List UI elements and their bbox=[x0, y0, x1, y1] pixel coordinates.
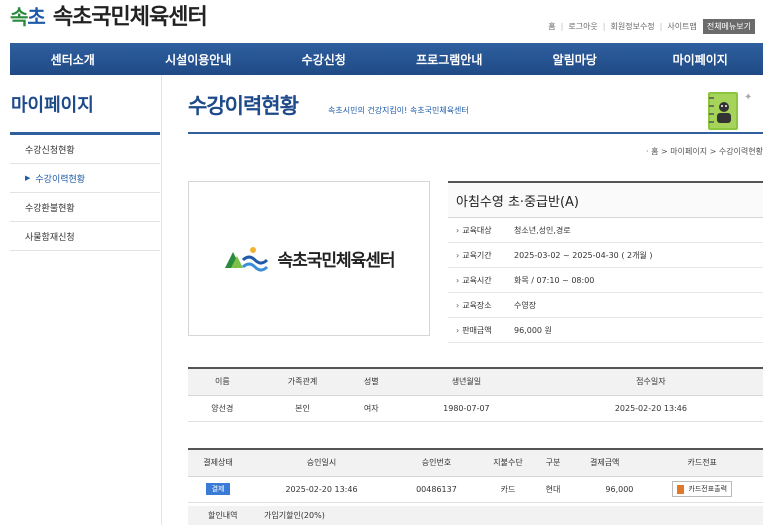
course-image-text: 속초국민체육센터 bbox=[277, 251, 395, 271]
col-header: 지불수단 bbox=[477, 448, 538, 477]
info-row-target: 교육대상 청소년,성인,경로 bbox=[448, 218, 763, 243]
nav-notice[interactable]: 알림마당 bbox=[512, 43, 638, 75]
page-subtitle: 속초시민의 건강지킴이! 속초국민체육센터 bbox=[328, 106, 469, 115]
discount-value: 가임기할인(20%) bbox=[264, 511, 325, 520]
divider bbox=[161, 75, 162, 525]
separator: | bbox=[560, 22, 564, 31]
member-table: 이름 가족관계 성별 생년월일 접수일자 양선경 본인 여자 1980-07-0… bbox=[188, 367, 763, 422]
table-cell: 카드 bbox=[477, 476, 538, 503]
table-row: 결제 2025-02-20 13:46 00486137 카드 현대 96,00… bbox=[188, 476, 763, 503]
course-name: 아침수영 초·중급반(A) bbox=[448, 181, 763, 218]
nav-center-intro[interactable]: 센터소개 bbox=[10, 43, 136, 75]
logo-text: 속초국민체육센터 bbox=[52, 5, 208, 30]
separator: | bbox=[602, 22, 606, 31]
col-header: 가족관계 bbox=[256, 367, 349, 396]
info-label: 교육대상 bbox=[448, 225, 514, 236]
info-row-price: 판매금액 96,000 원 bbox=[448, 318, 763, 343]
col-header: 카드전표 bbox=[641, 448, 763, 477]
info-row-location: 교육장소 수영장 bbox=[448, 293, 763, 318]
sitemap-link[interactable]: 사이트맵 bbox=[667, 21, 696, 32]
svg-text:✦: ✦ bbox=[744, 92, 752, 103]
table-header-row: 이름 가족관계 성별 생년월일 접수일자 bbox=[188, 367, 763, 396]
sidebar-item-locker-reapply[interactable]: 사물함재신청 bbox=[10, 222, 160, 251]
triangle-right-icon: ▶ bbox=[25, 174, 31, 182]
col-header: 승인번호 bbox=[394, 448, 478, 477]
info-label: 교육시간 bbox=[448, 275, 514, 286]
center-logo-icon bbox=[225, 246, 269, 271]
payment-table: 결제상태 승인일시 승인번호 지불수단 구분 결제금액 카드전표 결제 2025… bbox=[188, 448, 763, 503]
info-label: 교육기간 bbox=[448, 250, 514, 261]
table-cell: 결제 bbox=[188, 476, 249, 503]
all-menu-button[interactable]: 전체메뉴보기 bbox=[702, 19, 755, 34]
discount-row: 할인내역 가임기할인(20%) bbox=[188, 506, 763, 525]
table-cell: 카드전표출력 bbox=[641, 476, 763, 503]
edit-profile-link[interactable]: 회원정보수정 bbox=[611, 21, 655, 32]
col-header: 결제금액 bbox=[568, 448, 642, 477]
info-row-time: 교육시간 화목 / 07:10 ~ 08:00 bbox=[448, 268, 763, 293]
card-receipt-button[interactable]: 카드전표출력 bbox=[672, 481, 733, 497]
nav-mypage[interactable]: 마이페이지 bbox=[638, 43, 764, 75]
table-cell: 현대 bbox=[537, 476, 569, 503]
col-header: 성별 bbox=[348, 367, 395, 396]
col-header: 이름 bbox=[188, 367, 257, 396]
col-header: 구분 bbox=[537, 448, 569, 477]
table-cell: 여자 bbox=[348, 395, 395, 422]
table-cell: 1980-07-07 bbox=[394, 395, 539, 422]
sidebar-item-label: 수강이력현황 bbox=[35, 174, 86, 185]
logo-mark: 속초 bbox=[10, 4, 46, 29]
info-value: 2025-03-02 ~ 2025-04-30 ( 2개월 ) bbox=[514, 250, 653, 260]
title-divider bbox=[188, 132, 763, 134]
table-header-row: 결제상태 승인일시 승인번호 지불수단 구분 결제금액 카드전표 bbox=[188, 448, 763, 477]
info-row-period: 교육기간 2025-03-02 ~ 2025-04-30 ( 2개월 ) bbox=[448, 243, 763, 268]
nav-course-apply[interactable]: 수강신청 bbox=[261, 43, 387, 75]
table-row: 양선경 본인 여자 1980-07-07 2025-02-20 13:46 bbox=[188, 395, 763, 422]
sidebar-item-refund-status[interactable]: 수강환불현황 bbox=[10, 193, 160, 222]
table-cell: 본인 bbox=[256, 395, 349, 422]
notebook-character-icon: ✦ bbox=[706, 86, 756, 132]
main-nav: 센터소개 시설이용안내 수강신청 프로그램안내 알림마당 마이페이지 bbox=[10, 43, 763, 75]
sidebar: 마이페이지 수강신청현황 ▶ 수강이력현황 수강환불현황 사물함재신청 bbox=[10, 75, 160, 525]
nav-program-guide[interactable]: 프로그램안내 bbox=[387, 43, 513, 75]
course-info: 아침수영 초·중급반(A) 교육대상 청소년,성인,경로 교육기간 2025-0… bbox=[448, 181, 763, 343]
nav-facility-guide[interactable]: 시설이용안내 bbox=[136, 43, 262, 75]
card-receipt-label: 카드전표출력 bbox=[688, 485, 728, 493]
sidebar-item-label: 사물함재신청 bbox=[25, 232, 75, 243]
home-link[interactable]: 홈 bbox=[548, 21, 555, 32]
course-image: 속초국민체육센터 bbox=[188, 181, 430, 336]
col-header: 결제상태 bbox=[188, 448, 249, 477]
table-cell: 96,000 bbox=[568, 476, 642, 503]
info-value: 화목 / 07:10 ~ 08:00 bbox=[514, 275, 595, 285]
info-value: 96,000 원 bbox=[514, 325, 552, 335]
info-value: 수영장 bbox=[514, 300, 537, 310]
table-cell: 00486137 bbox=[394, 476, 478, 503]
sidebar-title: 마이페이지 bbox=[10, 75, 160, 135]
top-utility-links: 홈 | 로그아웃 | 회원정보수정 | 사이트맵 전체메뉴보기 bbox=[548, 19, 755, 34]
sidebar-item-course-status[interactable]: 수강신청현황 bbox=[10, 135, 160, 164]
info-value: 청소년,성인,경로 bbox=[514, 225, 571, 235]
col-header: 승인일시 bbox=[248, 448, 395, 477]
discount-label: 할인내역 bbox=[208, 511, 238, 520]
col-header: 생년월일 bbox=[394, 367, 539, 396]
info-label: 교육장소 bbox=[448, 300, 514, 311]
col-header: 접수일자 bbox=[538, 367, 763, 396]
separator: | bbox=[659, 22, 663, 31]
status-badge: 결제 bbox=[205, 483, 231, 495]
breadcrumb: · 홈 > 마이페이지 > 수강이력현황 bbox=[646, 147, 763, 156]
site-logo[interactable]: 속초 속초국민체육센터 bbox=[10, 0, 208, 31]
table-cell: 양선경 bbox=[188, 395, 257, 422]
sidebar-item-label: 수강환불현황 bbox=[25, 203, 75, 214]
info-label: 판매금액 bbox=[448, 325, 514, 336]
sidebar-item-course-history[interactable]: ▶ 수강이력현황 bbox=[10, 164, 160, 193]
page-title: 수강이력현황 bbox=[188, 94, 299, 118]
logout-link[interactable]: 로그아웃 bbox=[568, 21, 597, 32]
table-cell: 2025-02-20 13:46 bbox=[538, 395, 763, 422]
table-cell: 2025-02-20 13:46 bbox=[248, 476, 395, 503]
sidebar-item-label: 수강신청현황 bbox=[25, 145, 75, 156]
receipt-icon bbox=[677, 484, 685, 494]
